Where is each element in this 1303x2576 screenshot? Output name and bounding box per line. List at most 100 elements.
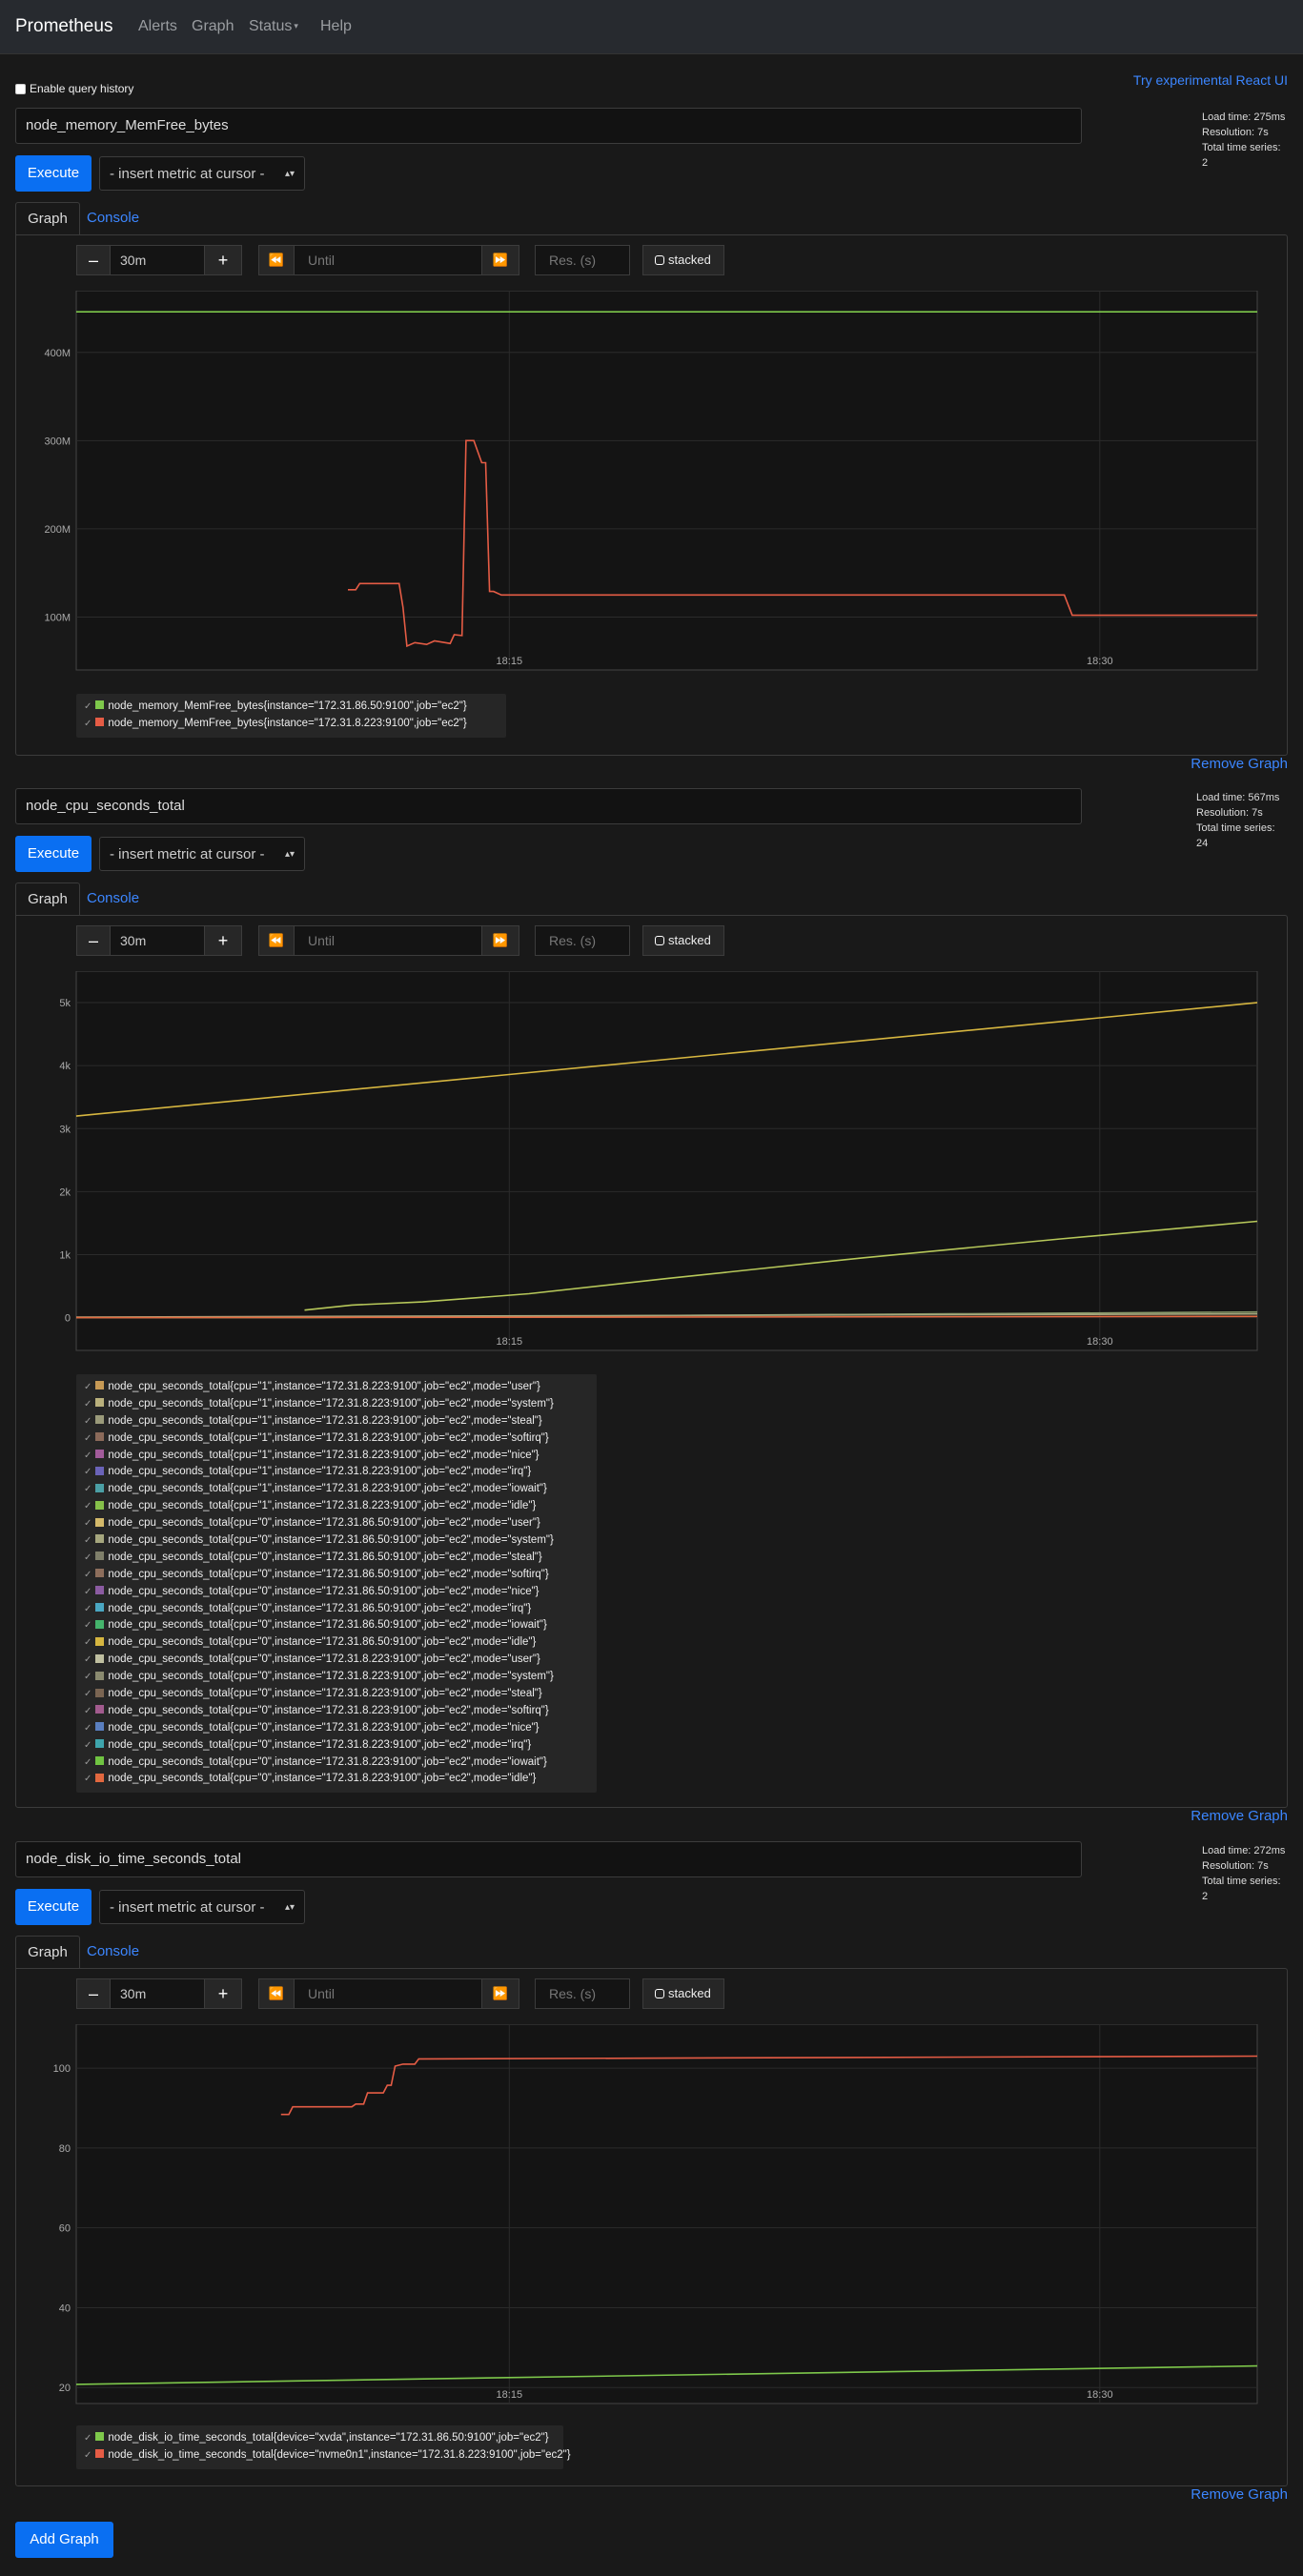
legend-item[interactable]: ✓ node_cpu_seconds_total{cpu="0",instance… bbox=[84, 1617, 589, 1634]
remove-graph-link[interactable]: Remove Graph bbox=[1191, 1808, 1288, 1824]
plot-area bbox=[75, 971, 1258, 1351]
nav-status[interactable]: Status ▾ bbox=[249, 18, 298, 35]
react-ui-link[interactable]: Try experimental React UI bbox=[1133, 72, 1288, 88]
legend-item[interactable]: ✓ node_cpu_seconds_total{cpu="0",instance… bbox=[84, 1634, 589, 1652]
legend-item[interactable]: ✓ node_cpu_seconds_total{cpu="0",instance… bbox=[84, 1584, 589, 1601]
legend-swatch bbox=[95, 1415, 105, 1425]
remove-graph-link[interactable]: Remove Graph bbox=[1191, 2486, 1288, 2503]
execute-button[interactable]: Execute bbox=[15, 836, 92, 872]
nav-alerts[interactable]: Alerts bbox=[138, 18, 177, 35]
range-decrease-button[interactable]: – bbox=[76, 1978, 111, 2009]
legend-item[interactable]: ✓ node_cpu_seconds_total{cpu="0",instance… bbox=[84, 1771, 589, 1788]
legend-item[interactable]: ✓ node_cpu_seconds_total{cpu="0",instance… bbox=[84, 1532, 589, 1550]
range-input[interactable]: 30m bbox=[110, 245, 205, 275]
legend-item[interactable]: ✓ node_cpu_seconds_total{cpu="0",instance… bbox=[84, 1755, 589, 1772]
legend-item[interactable]: ✓ node_cpu_seconds_total{cpu="1",instance… bbox=[84, 1448, 589, 1465]
legend-item[interactable]: ✓ node_cpu_seconds_total{cpu="1",instance… bbox=[84, 1464, 589, 1481]
history-checkbox[interactable] bbox=[15, 83, 26, 94]
nav-help[interactable]: Help bbox=[320, 18, 352, 35]
fast-forward-icon[interactable]: ⏩ bbox=[481, 925, 519, 956]
range-increase-button[interactable]: + bbox=[204, 925, 242, 956]
legend-item[interactable]: ✓ node_cpu_seconds_total{cpu="0",instance… bbox=[84, 1550, 589, 1567]
tab-graph[interactable]: Graph bbox=[15, 202, 80, 235]
legend-item[interactable]: ✓ node_cpu_seconds_total{cpu="0",instance… bbox=[84, 1652, 589, 1669]
fast-forward-icon[interactable]: ⏩ bbox=[481, 245, 519, 275]
legend-item[interactable]: ✓ node_cpu_seconds_total{cpu="0",instance… bbox=[84, 1737, 589, 1755]
legend-label: node_cpu_seconds_total{cpu="1",instance=… bbox=[108, 1483, 547, 1495]
range-input[interactable]: 30m bbox=[110, 925, 205, 956]
range-decrease-button[interactable]: – bbox=[76, 925, 111, 956]
tab-console[interactable]: Console bbox=[87, 202, 139, 234]
graph-area: – 30m + ⏪ Until ⏩ Res. (s) stacked 0 1k 2k… bbox=[15, 915, 1288, 1808]
resolution-input[interactable]: Res. (s) bbox=[535, 245, 630, 275]
y-tick-label: 5k bbox=[59, 998, 71, 1009]
legend-item[interactable]: ✓ node_cpu_seconds_total{cpu="0",instance… bbox=[84, 1669, 589, 1686]
expression-input[interactable]: node_disk_io_time_seconds_total bbox=[15, 1841, 1082, 1877]
legend-item[interactable]: ✓ node_cpu_seconds_total{cpu="1",instance… bbox=[84, 1379, 589, 1396]
insert-metric-select[interactable]: - insert metric at cursor - ▴▾ bbox=[99, 1890, 305, 1924]
load-time: Load time: 272ms bbox=[1202, 1845, 1286, 1856]
legend-label: node_cpu_seconds_total{cpu="1",instance=… bbox=[108, 1500, 537, 1512]
stacked-toggle[interactable]: stacked bbox=[642, 245, 724, 275]
legend-label: node_cpu_seconds_total{cpu="0",instance=… bbox=[108, 1517, 540, 1530]
tab-console[interactable]: Console bbox=[87, 1936, 139, 1968]
until-input[interactable]: Until bbox=[294, 925, 482, 956]
check-icon: ✓ bbox=[84, 1535, 92, 1547]
range-input[interactable]: 30m bbox=[110, 1978, 205, 2009]
legend-swatch bbox=[95, 1688, 105, 1697]
load-time: Load time: 567ms bbox=[1196, 792, 1280, 803]
legend-swatch bbox=[95, 1483, 105, 1492]
insert-metric-select[interactable]: - insert metric at cursor - ▴▾ bbox=[99, 837, 305, 871]
nav-status-label: Status bbox=[249, 18, 293, 34]
brand-link[interactable]: Prometheus bbox=[15, 16, 112, 37]
until-input[interactable]: Until bbox=[294, 1978, 482, 2009]
tab-graph[interactable]: Graph bbox=[15, 1936, 80, 1969]
stacked-toggle[interactable]: stacked bbox=[642, 1978, 724, 2009]
check-icon: ✓ bbox=[84, 1774, 92, 1785]
expression-input[interactable]: node_memory_MemFree_bytes bbox=[15, 108, 1082, 144]
y-tick-label: 0 bbox=[65, 1313, 71, 1325]
legend-item[interactable]: ✓ node_cpu_seconds_total{cpu="0",instance… bbox=[84, 1703, 589, 1720]
resolution-input[interactable]: Res. (s) bbox=[535, 1978, 630, 2009]
legend-item[interactable]: ✓ node_memory_MemFree_bytes{instance="172… bbox=[84, 716, 499, 733]
legend-item[interactable]: ✓ node_cpu_seconds_total{cpu="0",instance… bbox=[84, 1601, 589, 1618]
rewind-icon[interactable]: ⏪ bbox=[258, 1978, 295, 2009]
legend-item[interactable]: ✓ node_cpu_seconds_total{cpu="0",instance… bbox=[84, 1720, 589, 1737]
tab-console[interactable]: Console bbox=[87, 882, 139, 915]
rewind-icon[interactable]: ⏪ bbox=[258, 925, 295, 956]
until-input[interactable]: Until bbox=[294, 245, 482, 275]
fast-forward-icon[interactable]: ⏩ bbox=[481, 1978, 519, 2009]
legend-item[interactable]: ✓ node_cpu_seconds_total{cpu="0",instance… bbox=[84, 1567, 589, 1584]
legend-item[interactable]: ✓ node_cpu_seconds_total{cpu="1",instance… bbox=[84, 1396, 589, 1413]
legend-item[interactable]: ✓ node_cpu_seconds_total{cpu="1",instance… bbox=[84, 1430, 589, 1448]
legend-item[interactable]: ✓ node_cpu_seconds_total{cpu="1",instance… bbox=[84, 1413, 589, 1430]
range-increase-button[interactable]: + bbox=[204, 245, 242, 275]
add-graph-button[interactable]: Add Graph bbox=[15, 2522, 113, 2558]
legend-item[interactable]: ✓ node_memory_MemFree_bytes{instance="172… bbox=[84, 699, 499, 716]
stacked-toggle[interactable]: stacked bbox=[642, 925, 724, 956]
legend-item[interactable]: ✓ node_disk_io_time_seconds_total{device=… bbox=[84, 2430, 556, 2447]
legend-item[interactable]: ✓ node_cpu_seconds_total{cpu="0",instance… bbox=[84, 1686, 589, 1703]
legend-item[interactable]: ✓ node_cpu_seconds_total{cpu="0",instance… bbox=[84, 1515, 589, 1532]
remove-graph-link[interactable]: Remove Graph bbox=[1191, 756, 1288, 772]
execute-button[interactable]: Execute bbox=[15, 1889, 92, 1925]
insert-metric-select[interactable]: - insert metric at cursor - ▴▾ bbox=[99, 156, 305, 191]
legend-swatch bbox=[95, 1432, 105, 1442]
y-tick-label: 400M bbox=[44, 348, 71, 359]
tab-graph[interactable]: Graph bbox=[15, 882, 80, 916]
y-tick-label: 2k bbox=[59, 1187, 71, 1198]
legend-item[interactable]: ✓ node_disk_io_time_seconds_total{device=… bbox=[84, 2447, 571, 2464]
legend-swatch bbox=[95, 1381, 105, 1390]
execute-button[interactable]: Execute bbox=[15, 155, 92, 192]
legend-swatch bbox=[95, 1653, 105, 1663]
legend-swatch bbox=[95, 2432, 105, 2442]
x-tick-label: 18:15 bbox=[497, 2389, 523, 2401]
range-decrease-button[interactable]: – bbox=[76, 245, 111, 275]
legend-item[interactable]: ✓ node_cpu_seconds_total{cpu="1",instance… bbox=[84, 1481, 589, 1498]
resolution-input[interactable]: Res. (s) bbox=[535, 925, 630, 956]
nav-graph[interactable]: Graph bbox=[192, 18, 234, 35]
expression-input[interactable]: node_cpu_seconds_total bbox=[15, 788, 1082, 824]
rewind-icon[interactable]: ⏪ bbox=[258, 245, 295, 275]
range-increase-button[interactable]: + bbox=[204, 1978, 242, 2009]
legend-item[interactable]: ✓ node_cpu_seconds_total{cpu="1",instance… bbox=[84, 1498, 589, 1515]
